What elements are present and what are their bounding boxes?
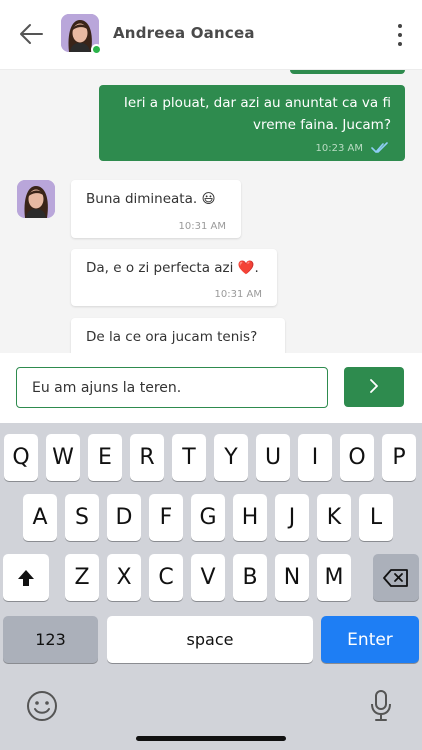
message-text: De la ce ora jucam tenis? (86, 329, 258, 345)
key-u[interactable]: U (256, 434, 290, 481)
composer-bar (0, 353, 422, 423)
key-h[interactable]: H (233, 494, 267, 541)
key-o[interactable]: O (340, 434, 374, 481)
message-punctuation: . (254, 260, 259, 276)
emoji-icon (27, 691, 57, 721)
send-button[interactable] (344, 367, 404, 407)
key-g[interactable]: G (191, 494, 225, 541)
incoming-message[interactable]: De la ce ora jucam tenis? (71, 318, 285, 353)
more-vertical-icon (398, 24, 402, 28)
message-input[interactable] (16, 367, 328, 408)
sender-avatar (17, 180, 55, 218)
key-z[interactable]: Z (65, 554, 99, 601)
chevron-right-icon (370, 378, 378, 393)
microphone-icon (371, 690, 391, 721)
outgoing-message[interactable]: Ieri a plouat, dar azi au anuntat ca va … (99, 85, 405, 161)
emoji-button[interactable] (25, 689, 59, 723)
message-time: 10:31 AM (214, 289, 262, 300)
contact-avatar[interactable] (61, 14, 102, 55)
dictation-button[interactable] (369, 689, 393, 723)
shift-icon (18, 569, 34, 586)
message-time: 10:23 AM (315, 142, 363, 154)
chat-header: Andreea Oancea (0, 0, 422, 70)
space-key[interactable]: space (107, 616, 313, 663)
key-y[interactable]: Y (214, 434, 248, 481)
key-v[interactable]: V (191, 554, 225, 601)
key-r[interactable]: R (130, 434, 164, 481)
key-w[interactable]: W (46, 434, 80, 481)
incoming-message[interactable]: Buna dimineata. 😃 10:31 AM (71, 180, 241, 238)
shift-key[interactable] (3, 554, 49, 601)
smiley-emoji: 😃 (201, 191, 216, 207)
key-j[interactable]: J (275, 494, 309, 541)
message-time: 10:31 AM (178, 221, 226, 232)
backspace-key[interactable] (373, 554, 419, 601)
message-text: Da, e o zi perfecta azi (86, 260, 234, 276)
key-i[interactable]: I (298, 434, 332, 481)
key-a[interactable]: A (23, 494, 57, 541)
on-screen-keyboard: Q W E R T Y U I O P A S D F G H J K L Z … (0, 423, 422, 750)
previous-message-bubble (290, 70, 405, 74)
key-l[interactable]: L (359, 494, 393, 541)
key-n[interactable]: N (275, 554, 309, 601)
key-m[interactable]: M (317, 554, 351, 601)
key-p[interactable]: P (382, 434, 416, 481)
message-list[interactable]: Ieri a plouat, dar azi au anuntat ca va … (0, 70, 422, 353)
back-arrow-icon (20, 24, 43, 44)
heart-emoji: ❤️ (237, 260, 255, 276)
key-b[interactable]: B (233, 554, 267, 601)
key-f[interactable]: F (149, 494, 183, 541)
message-text: Buna dimineata. (86, 191, 198, 207)
key-s[interactable]: S (65, 494, 99, 541)
message-text: Ieri a plouat, dar azi au anuntat ca va … (123, 95, 391, 133)
back-button[interactable] (18, 22, 44, 46)
key-e[interactable]: E (88, 434, 122, 481)
key-t[interactable]: T (172, 434, 206, 481)
key-x[interactable]: X (107, 554, 141, 601)
more-options-button[interactable] (396, 24, 404, 46)
key-d[interactable]: D (107, 494, 141, 541)
incoming-message[interactable]: Da, e o zi perfecta azi ❤️. 10:31 AM (71, 249, 277, 306)
key-q[interactable]: Q (4, 434, 38, 481)
contact-name: Andreea Oancea (113, 24, 255, 42)
key-c[interactable]: C (149, 554, 183, 601)
key-k[interactable]: K (317, 494, 351, 541)
online-status-dot (91, 44, 102, 55)
numbers-key[interactable]: 123 (3, 616, 98, 663)
backspace-icon (383, 568, 408, 587)
enter-key[interactable]: Enter (321, 616, 419, 663)
home-indicator (136, 736, 286, 741)
double-check-icon (371, 142, 388, 153)
